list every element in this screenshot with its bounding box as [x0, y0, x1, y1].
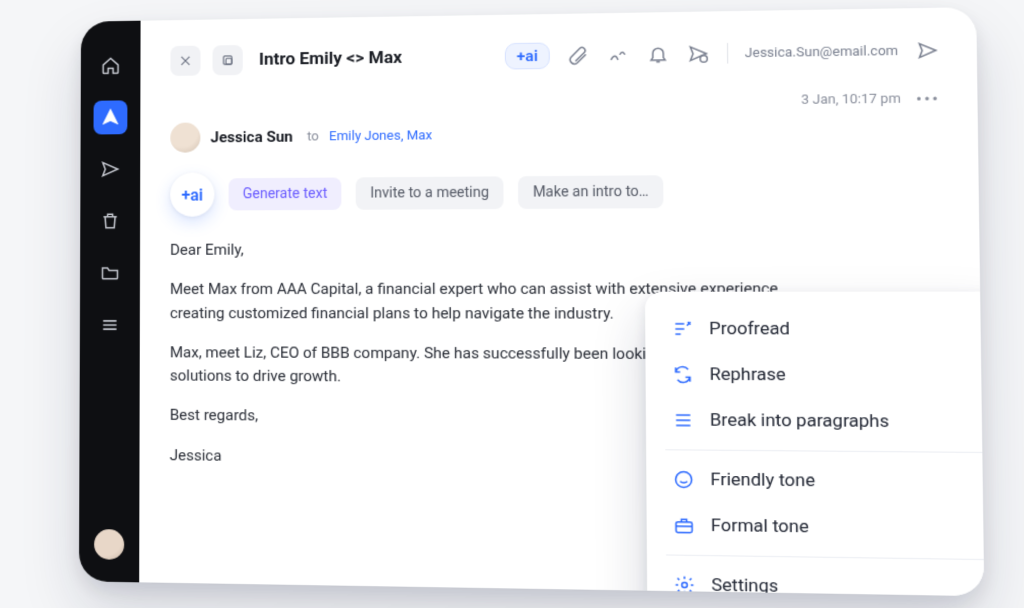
bell-icon[interactable] [646, 43, 669, 66]
sidebar-avatar[interactable] [94, 529, 124, 560]
send-later-icon[interactable] [686, 42, 710, 65]
sender-avatar [170, 122, 200, 152]
sidebar-sent[interactable] [93, 152, 127, 186]
ai-context-menu: Proofread Rephrase Break into paragraphs [645, 292, 984, 597]
rephrase-icon [671, 363, 695, 386]
menu-break-paragraphs[interactable]: Break into paragraphs [652, 397, 984, 445]
recipients[interactable]: Emily Jones, Max [329, 128, 432, 144]
toolbar-right: +ai Jessica.Sun@email.com [505, 37, 940, 70]
menu-proofread[interactable]: Proofread [651, 306, 984, 352]
menu-friendly-label: Friendly tone [710, 469, 815, 491]
sidebar-home[interactable] [94, 49, 128, 83]
chip-invite-meeting[interactable]: Invite to a meeting [356, 176, 504, 209]
paragraphs-icon [671, 409, 695, 432]
timestamp: 3 Jan, 10:17 pm [801, 91, 901, 108]
menu-formal-tone[interactable]: Formal tone [653, 502, 984, 553]
smile-icon [672, 468, 696, 491]
briefcase-icon [672, 514, 696, 537]
menu-break-label: Break into paragraphs [710, 410, 889, 432]
chip-generate-text[interactable]: Generate text [229, 178, 342, 211]
menu-proofread-label: Proofread [709, 319, 790, 340]
sidebar-trash[interactable] [93, 204, 127, 238]
close-button[interactable] [170, 46, 200, 76]
sidebar-menu[interactable] [93, 308, 127, 342]
to-label: to [307, 129, 319, 144]
menu-formal-label: Formal tone [711, 515, 809, 537]
email-subject: Intro Emily <> Max [259, 48, 402, 70]
more-menu[interactable]: ••• [916, 89, 940, 109]
menu-rephrase-label: Rephrase [709, 364, 785, 385]
sidebar [79, 21, 141, 583]
gear-icon [673, 573, 697, 596]
ai-bubble[interactable]: +ai [170, 172, 214, 216]
account-email: Jessica.Sun@email.com [745, 43, 899, 61]
menu-friendly-tone[interactable]: Friendly tone [653, 456, 985, 506]
menu-rephrase[interactable]: Rephrase [652, 352, 985, 399]
proofread-icon [671, 318, 695, 341]
menu-settings-label: Settings [711, 575, 778, 596]
app-window: Intro Emily <> Max +ai Jessica.Sun@email… [79, 7, 984, 596]
menu-separator-2 [666, 554, 984, 560]
toolbar-divider [727, 43, 728, 64]
toolbar: Intro Emily <> Max +ai Jessica.Sun@email… [170, 35, 939, 76]
main-panel: Intro Emily <> Max +ai Jessica.Sun@email… [139, 7, 984, 596]
sender-name: Jessica Sun [210, 128, 292, 147]
menu-separator-1 [665, 449, 984, 453]
attachment-icon[interactable] [566, 44, 589, 67]
ai-pill[interactable]: +ai [505, 43, 549, 70]
from-row: Jessica Sun to Emily Jones, Max [170, 115, 941, 153]
menu-settings[interactable]: Settings [653, 562, 984, 597]
chip-make-intro[interactable]: Make an intro to… [518, 175, 664, 209]
sidebar-folder[interactable] [93, 256, 127, 290]
send-button[interactable] [915, 39, 939, 62]
body-greeting: Dear Emily, [170, 236, 816, 262]
sidebar-compose[interactable] [94, 100, 128, 134]
popout-button[interactable] [213, 45, 243, 75]
meta-row: 3 Jan, 10:17 pm ••• [170, 89, 940, 117]
signature-icon[interactable] [606, 43, 629, 66]
ai-suggestions-row: +ai Generate text Invite to a meeting Ma… [170, 167, 942, 217]
